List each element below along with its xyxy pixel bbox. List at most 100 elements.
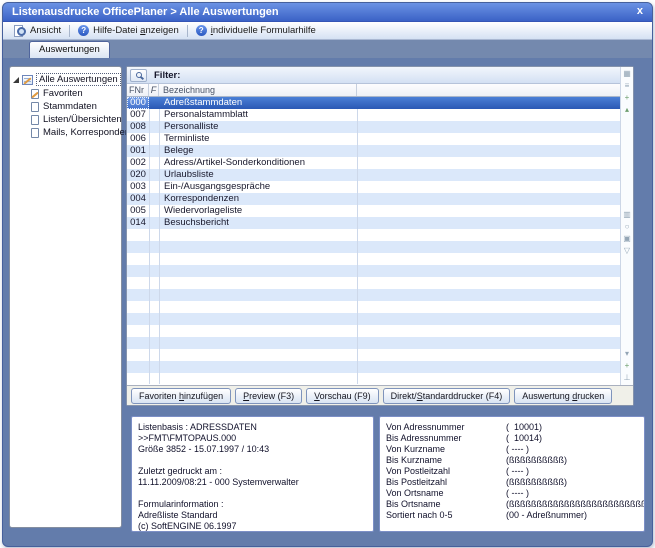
cell-bezeichnung: Urlaubsliste [159, 169, 620, 181]
cell-f [149, 145, 159, 157]
table-row[interactable]: 007 Personalstammblatt [127, 109, 620, 121]
range-row: Bis Adressnummer ( 10014) [386, 433, 638, 444]
application-window: Listenausdrucke OfficePlaner > Alle Ausw… [2, 2, 653, 547]
info-line [138, 455, 367, 466]
column-header-f[interactable]: F [149, 84, 159, 96]
add-row-icon[interactable]: + [625, 361, 630, 370]
side-toolbar-mid-group: ▥ ○ ▣ ▽ [623, 210, 631, 255]
table-row[interactable]: 000 Adreßstammdaten [127, 97, 620, 109]
range-row: Von Ortsname ( ---- ) [386, 488, 638, 499]
preview-f3-button[interactable]: Preview (F3) [235, 388, 302, 404]
navigation-tree-panel: Alle Auswertungen Favoriten Stammdaten L… [9, 66, 122, 528]
toolbar: Ansicht ? Hilfe-Datei anzeigen ? individ… [3, 22, 652, 40]
table-row[interactable]: 003 Ein-/Ausgangsgespräche [127, 181, 620, 193]
ansicht-label: Ansicht [30, 25, 61, 36]
apply-icon[interactable]: ▣ [623, 234, 631, 243]
scroll-down-icon[interactable]: ▾ [625, 349, 629, 358]
cell-fnr: 020 [127, 169, 149, 181]
filter-search-button[interactable] [130, 69, 147, 82]
cell-fnr: 001 [127, 145, 149, 157]
tab-auswertungen[interactable]: Auswertungen [29, 41, 110, 58]
cell-fnr: 004 [127, 193, 149, 205]
cell-f [149, 181, 159, 193]
list-info-panel: Listenbasis : ADRESSDATEN>>FMT\FMTOPAUS.… [131, 416, 374, 532]
cell-bezeichnung: Wiedervorlageliste [159, 205, 620, 217]
tree-item-favoriten[interactable]: Favoriten [10, 87, 121, 100]
cell-bezeichnung: Adreßstammdaten [159, 97, 620, 109]
grid-side-toolbar: ▦ ≡ + ▴ ▥ ○ ▣ ▽ ▾ + ⊥ [620, 67, 633, 385]
range-value: (ßßßßßßßßßß) [506, 477, 567, 488]
add-favorites-button[interactable]: Favoriten hinzufügen [131, 388, 231, 404]
table-row[interactable]: 002 Adress/Artikel-Sonderkonditionen [127, 157, 620, 169]
cell-fnr: 008 [127, 121, 149, 133]
range-row: Von Adressnummer ( 10001) [386, 422, 638, 433]
tree-item-mails-korrespondenzen[interactable]: Mails, Korrespondenzen [10, 126, 121, 139]
help-file-label: Hilfe-Datei anzeigen [93, 25, 179, 36]
ansicht-button[interactable]: Ansicht [7, 23, 67, 38]
cell-fnr: 006 [127, 133, 149, 145]
tree-item-label: Listen/Übersichten [43, 114, 122, 125]
table-row[interactable]: 008 Personalliste [127, 121, 620, 133]
info-line: 11.11.2009/08:21 - 000 Systemverwalter [138, 477, 367, 488]
range-value: ( 10014) [506, 433, 542, 444]
expander-arrow-icon[interactable] [13, 77, 19, 83]
sort-lines-icon[interactable]: ≡ [625, 81, 630, 90]
table-row[interactable]: 005 Wiedervorlageliste [127, 205, 620, 217]
tree-item-listen-uebersichten[interactable]: Listen/Übersichten [10, 113, 121, 126]
range-value: ( 10001) [506, 422, 542, 433]
favorites-pencil-icon [31, 89, 39, 99]
help-icon: ? [78, 25, 89, 36]
cell-bezeichnung: Personalliste [159, 121, 620, 133]
columns-icon[interactable]: ▥ [623, 210, 631, 219]
info-line: >>FMT\FMTOPAUS.000 [138, 433, 367, 444]
tree-item-alle-auswertungen[interactable]: Alle Auswertungen [10, 73, 121, 86]
table-row[interactable]: 001 Belege [127, 145, 620, 157]
table-row[interactable]: 006 Terminliste [127, 133, 620, 145]
range-row: Bis Ortsname (ßßßßßßßßßßßßßßßßßßßßßßßßßß… [386, 499, 638, 510]
vorschau-f9-button[interactable]: Vorschau (F9) [306, 388, 379, 404]
grid-header-row: FNr F Bezeichnung [127, 84, 620, 97]
range-label: Bis Adressnummer [386, 433, 506, 444]
scroll-end-icon[interactable]: ⊥ [624, 373, 631, 382]
print-report-button[interactable]: Auswertung drucken [514, 388, 612, 404]
cell-bezeichnung: Belege [159, 145, 620, 157]
table-row[interactable]: 020 Urlaubsliste [127, 169, 620, 181]
form-help-button[interactable]: ? individuelle Formularhilfe [190, 23, 322, 38]
add-icon[interactable]: + [625, 93, 630, 102]
cell-bezeichnung: Ein-/Ausgangsgespräche [159, 181, 620, 193]
range-info-panel: Von Adressnummer ( 10001) Bis Adressnumm… [379, 416, 645, 532]
document-icon [31, 128, 39, 138]
cell-fnr: 005 [127, 205, 149, 217]
side-toolbar-top-group: ▦ ≡ + ▴ [623, 69, 631, 114]
toolbar-separator [69, 25, 70, 37]
search-icon[interactable]: ○ [625, 222, 630, 231]
document-icon [31, 102, 39, 112]
column-header-bezeichnung[interactable]: Bezeichnung [159, 84, 357, 96]
close-button[interactable]: x [637, 3, 643, 20]
view-magnifier-icon [13, 25, 26, 37]
range-row: Sortiert nach 0-5 (00 - Adreßnummer) [386, 510, 638, 521]
search-icon [136, 72, 142, 78]
window-title: Listenausdrucke OfficePlaner > Alle Ausw… [12, 6, 279, 18]
grid-options-icon[interactable]: ▦ [623, 69, 631, 78]
info-line: (c) SoftENGINE 06.1997 [138, 521, 367, 532]
table-row[interactable]: 014 Besuchsbericht [127, 217, 620, 229]
info-line: Formularinformation : [138, 499, 367, 510]
column-header-fnr[interactable]: FNr [127, 84, 149, 96]
tree-item-label: Stammdaten [43, 101, 97, 112]
sort-up-icon[interactable]: ▴ [625, 105, 629, 114]
filter-funnel-icon[interactable]: ▽ [624, 246, 630, 255]
report-folder-pencil-icon [22, 75, 33, 85]
tree-item-stammdaten[interactable]: Stammdaten [10, 100, 121, 113]
direct-printer-f4-button[interactable]: Direkt/Standarddrucker (F4) [383, 388, 511, 404]
cell-bezeichnung: Korrespondenzen [159, 193, 620, 205]
help-file-button[interactable]: ? Hilfe-Datei anzeigen [72, 23, 185, 38]
range-label: Bis Kurzname [386, 455, 506, 466]
table-row[interactable]: 004 Korrespondenzen [127, 193, 620, 205]
range-label: Von Ortsname [386, 488, 506, 499]
tree-root-label: Alle Auswertungen [36, 73, 121, 86]
cell-f [149, 121, 159, 133]
range-label: Sortiert nach 0-5 [386, 510, 506, 521]
cell-f [149, 205, 159, 217]
range-value: (00 - Adreßnummer) [506, 510, 587, 521]
